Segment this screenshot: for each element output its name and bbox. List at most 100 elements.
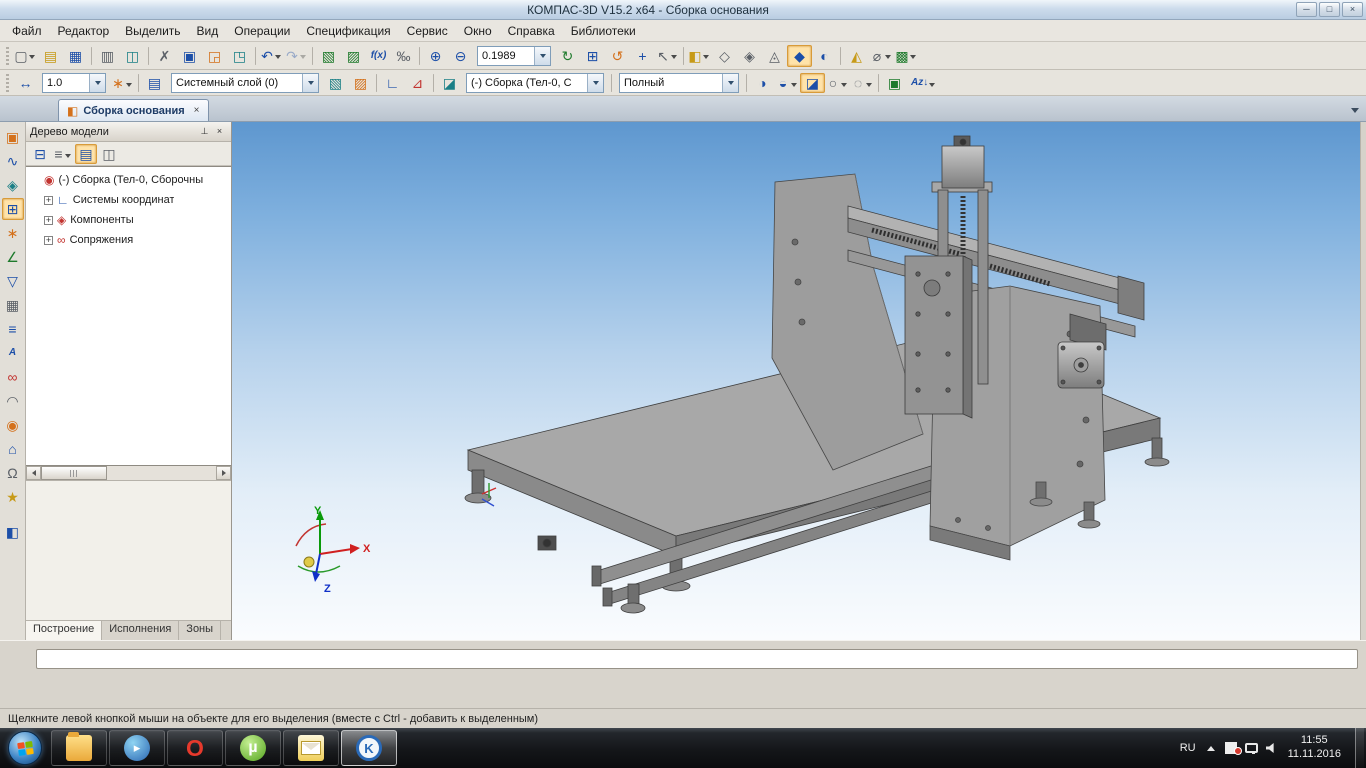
panel-mates[interactable]: ∞ [2, 366, 24, 388]
pin-panel-button[interactable]: ⊥ [197, 125, 212, 139]
taskbar-kompas[interactable]: K [341, 730, 397, 766]
start-button[interactable] [8, 731, 42, 765]
select-cursor-button[interactable]: ↖ [655, 45, 680, 67]
panel-arrays[interactable]: ⊞ [2, 198, 24, 220]
display-hidden-thin-button[interactable]: ◬ [762, 45, 787, 67]
menu-item[interactable]: Справка [500, 21, 563, 41]
maximize-button[interactable]: □ [1319, 2, 1340, 17]
detail-level-combo[interactable]: Полный [619, 73, 739, 93]
taskbar-utorrent[interactable]: µ [225, 730, 281, 766]
component-visibility-button[interactable]: ○ [825, 73, 850, 93]
snaps-button[interactable]: ∗ [110, 73, 135, 93]
angle-button[interactable]: ⊿ [405, 73, 430, 93]
panel-spatial-curves[interactable]: ∿ [2, 150, 24, 172]
hidden-icons-button[interactable] [1205, 741, 1217, 755]
specification-button[interactable]: ▧ [316, 45, 341, 67]
menu-item[interactable]: Выделить [117, 21, 188, 41]
pan-view-button[interactable]: + [630, 45, 655, 67]
zoom-in-button[interactable]: ⊕ [423, 45, 448, 67]
layer-combo[interactable]: Системный слой (0) [171, 73, 319, 93]
undo-button[interactable]: ↶ [259, 45, 284, 67]
zoom-out-button[interactable]: ⊖ [448, 45, 473, 67]
detail-level-dropdown-icon[interactable] [722, 74, 738, 92]
tree-item[interactable]: + ◈ Компоненты [26, 210, 231, 230]
network-icon[interactable] [1245, 743, 1258, 753]
tree-display-mode-button[interactable]: ≡ [52, 144, 74, 164]
action-center-icon[interactable] [1225, 742, 1237, 754]
tree-tab[interactable]: Исполнения [102, 621, 179, 640]
tree-extra-window-button[interactable]: ◫ [98, 144, 120, 164]
panel-surfaces[interactable]: ◈ [2, 174, 24, 196]
expand-icon[interactable]: + [44, 236, 53, 245]
layers-button[interactable]: ▤ [142, 73, 167, 93]
expand-icon[interactable]: + [44, 216, 53, 225]
new-document-button[interactable]: ▢ [13, 45, 38, 67]
window-list-chevron-icon[interactable] [1351, 108, 1359, 113]
3d-model-canvas[interactable]: Y X Z [232, 122, 1360, 640]
tree-item[interactable]: ◉ (-) Сборка (Тел-0, Сборочны [26, 170, 231, 190]
property-input[interactable] [36, 649, 1358, 669]
tree-tab[interactable]: Зоны [179, 621, 221, 640]
layer-settings-button[interactable]: ▧ [323, 73, 348, 93]
display-shaded-button[interactable]: ◆ [787, 45, 812, 67]
panel-reports[interactable]: ≡ [2, 318, 24, 340]
print-preview-button[interactable]: ◫ [120, 45, 145, 67]
close-button[interactable]: × [1342, 2, 1363, 17]
panel-edit-assembly[interactable]: ▣ [2, 126, 24, 148]
minimize-button[interactable]: ─ [1296, 2, 1317, 17]
zoom-scale-dropdown-icon[interactable] [534, 47, 550, 65]
lighting-button[interactable]: ◒ [775, 73, 800, 93]
tree-hscrollbar[interactable] [26, 466, 231, 481]
scroll-thumb[interactable] [41, 466, 107, 480]
close-panel-button[interactable]: × [212, 124, 227, 138]
show-desktop-button[interactable] [1355, 728, 1364, 768]
copy-properties-button[interactable]: ◳ [227, 45, 252, 67]
volume-icon[interactable] [1266, 742, 1279, 754]
menu-item[interactable]: Библиотеки [563, 21, 644, 41]
tolerances-button[interactable]: ‰ [391, 45, 416, 67]
document-tab[interactable]: ◧ Сборка основания × [58, 99, 209, 121]
check-button[interactable]: ▣ [882, 73, 907, 93]
document-manager-button[interactable]: ▨ [348, 73, 373, 93]
taskbar-opera[interactable]: O [167, 730, 223, 766]
scroll-left-icon[interactable] [26, 466, 41, 480]
layer-dropdown-icon[interactable] [302, 74, 318, 92]
tree-item[interactable]: + ∟ Системы координат [26, 190, 231, 210]
open-document-button[interactable]: ▤ [38, 45, 63, 67]
cursor-step-dropdown-icon[interactable] [89, 74, 105, 92]
taskbar-mail[interactable] [283, 730, 339, 766]
panel-macro[interactable]: Ω [2, 462, 24, 484]
zoom-scale-combo[interactable]: 0.1989 [477, 46, 551, 66]
panel-sheet-metal[interactable]: ◠ [2, 390, 24, 412]
orientation-button[interactable]: ◧ [687, 45, 712, 67]
tree-item[interactable]: + ∞ Сопряжения [26, 230, 231, 250]
edit-component-button[interactable]: ◪ [800, 73, 825, 93]
rotate-view-button[interactable]: ↺ [605, 45, 630, 67]
cursor-step-combo[interactable]: 1.0 [42, 73, 106, 93]
refresh-view-button[interactable]: ↻ [555, 45, 580, 67]
tree-tab[interactable]: Построение [26, 621, 102, 640]
save-document-button[interactable]: ▦ [63, 45, 88, 67]
panel-annotation[interactable]: A [2, 342, 24, 364]
3d-viewport[interactable]: Y X Z [232, 122, 1360, 640]
expand-icon[interactable]: + [44, 196, 53, 205]
cut-button[interactable]: ✗ [152, 45, 177, 67]
zoom-frame-button[interactable]: ⊞ [580, 45, 605, 67]
local-csys-button[interactable]: ∟ [380, 73, 405, 93]
taskbar-clock[interactable]: 11:55 11.11.2016 [1288, 734, 1341, 762]
language-indicator[interactable]: RU [1180, 742, 1196, 754]
panel-apps[interactable]: ★ [2, 486, 24, 508]
edit-part-button[interactable]: ◪ [437, 73, 462, 93]
display-hidden-lines-button[interactable]: ◈ [737, 45, 762, 67]
print-button[interactable]: ▥ [95, 45, 120, 67]
menu-item[interactable]: Редактор [50, 21, 118, 41]
panel-library[interactable]: ⌂ [2, 438, 24, 460]
scroll-right-icon[interactable] [216, 466, 231, 480]
menu-item[interactable]: Окно [456, 21, 500, 41]
part-combo[interactable]: (-) Сборка (Тел-0, С [466, 73, 604, 93]
tree-composition-button[interactable]: ▤ [75, 144, 97, 164]
sort-button[interactable]: Аz↓ [907, 73, 938, 93]
transparency-button[interactable]: ◌ [850, 73, 875, 93]
display-settings-button[interactable]: ◑ [750, 73, 775, 93]
taskbar-explorer[interactable] [51, 730, 107, 766]
